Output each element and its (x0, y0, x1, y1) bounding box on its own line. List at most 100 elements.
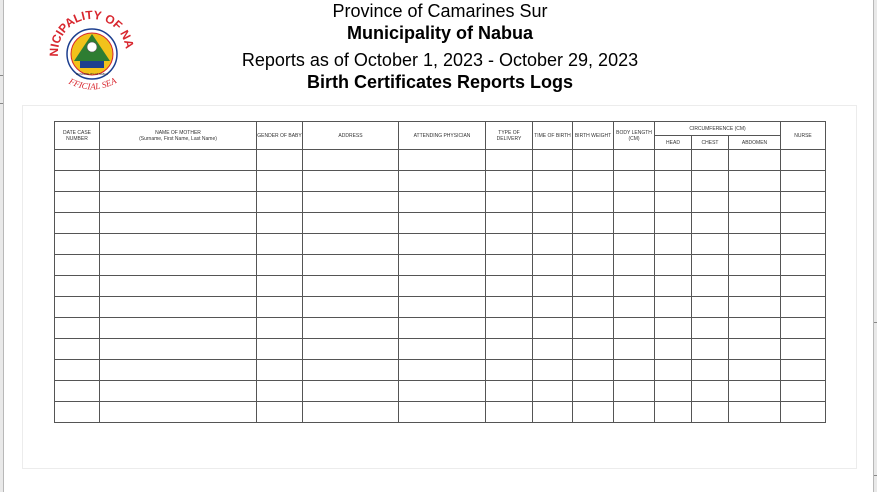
table-cell (302, 401, 399, 423)
table-cell (654, 191, 692, 213)
table-cell (485, 191, 533, 213)
table-cell (54, 380, 100, 402)
table-cell (398, 149, 486, 171)
province-heading: Province of Camarines Sur (332, 1, 548, 21)
table-cell (613, 212, 655, 234)
col-nurse: NURSE (780, 121, 827, 150)
table-cell (780, 296, 827, 318)
table-cell (485, 275, 533, 297)
col-head: HEAD (654, 135, 692, 150)
col-mother-name: NAME OF MOTHER (Surname, First Name, Las… (99, 121, 257, 150)
col-gender: GENDER OF BABY (256, 121, 303, 150)
seal-water (80, 61, 104, 68)
table-cell (302, 191, 399, 213)
birth-log-table: DATE CASE NUMBER NAME OF MOTHER (Surname… (54, 121, 827, 423)
table-cell (485, 380, 533, 402)
table-cell (780, 317, 827, 339)
table-cell (54, 254, 100, 276)
table-cell (99, 296, 257, 318)
table-cell (532, 254, 573, 276)
table-cell (780, 401, 827, 423)
table-cell (99, 380, 257, 402)
table-cell (485, 338, 533, 360)
log-table-body (54, 149, 827, 423)
table-cell (54, 296, 100, 318)
col-time-of-birth: TIME OF BIRTH (532, 121, 573, 150)
table-cell (691, 191, 729, 213)
table-cell (691, 212, 729, 234)
table-cell (398, 212, 486, 234)
table-cell (691, 317, 729, 339)
table-cell (613, 317, 655, 339)
table-cell (780, 233, 827, 255)
table-cell (256, 170, 303, 192)
table-cell (99, 338, 257, 360)
table-cell (572, 338, 614, 360)
table-cell (256, 380, 303, 402)
table-cell (613, 359, 655, 381)
table-cell (485, 296, 533, 318)
table-cell (532, 317, 573, 339)
table-cell (398, 254, 486, 276)
reports-period: Reports as of October 1, 2023 - October … (241, 50, 639, 70)
table-cell (691, 233, 729, 255)
table-cell (613, 233, 655, 255)
table-cell (398, 191, 486, 213)
table-cell (302, 380, 399, 402)
table-cell (727, 401, 782, 423)
table-cell (54, 191, 100, 213)
col-body-length: BODY LENGTH (CM) (613, 121, 655, 150)
table-cell (485, 359, 533, 381)
table-cell (256, 212, 303, 234)
table-cell (302, 233, 399, 255)
table-cell (485, 149, 533, 171)
table-cell (613, 296, 655, 318)
table-cell (398, 170, 486, 192)
table-cell (572, 254, 614, 276)
table-cell (485, 212, 533, 234)
report-title: Birth Certificates Reports Logs (306, 72, 574, 92)
table-cell (302, 317, 399, 339)
col-birth-weight: BIRTH WEIGHT (572, 121, 614, 150)
table-cell (485, 170, 533, 192)
table-cell (256, 275, 303, 297)
table-row (54, 191, 827, 213)
table-cell (256, 254, 303, 276)
table-cell (727, 191, 782, 213)
table-cell (727, 149, 782, 171)
table-cell (398, 275, 486, 297)
table-cell (654, 275, 692, 297)
table-cell (691, 149, 729, 171)
table-cell (54, 275, 100, 297)
table-row (54, 317, 827, 339)
table-cell (572, 191, 614, 213)
table-cell (691, 170, 729, 192)
table-cell (99, 317, 257, 339)
table-cell (99, 254, 257, 276)
table-cell (654, 359, 692, 381)
col-abdomen: ABDOMEN (727, 135, 782, 150)
table-cell (654, 254, 692, 276)
municipality-heading: Municipality of Nabua (346, 23, 533, 43)
table-cell (532, 359, 573, 381)
table-cell (99, 359, 257, 381)
window-frame-left (0, 0, 4, 492)
table-cell (780, 275, 827, 297)
col-mother-name-sub: (Surname, First Name, Last Name) (139, 135, 217, 142)
table-cell (256, 149, 303, 171)
table-row (54, 380, 827, 402)
table-cell (727, 254, 782, 276)
table-cell (780, 149, 827, 171)
table-cell (654, 317, 692, 339)
table-cell (572, 296, 614, 318)
table-cell (654, 149, 692, 171)
table-row (54, 401, 827, 423)
municipality-seal-icon: MUNICIPALITY OF NABUA OFFICIAL SEAL MUNI… (40, 3, 137, 92)
table-cell (99, 275, 257, 297)
table-cell (532, 275, 573, 297)
table-cell (99, 149, 257, 171)
seal-inner-text: MUNICIPALITY OF NABUA (76, 72, 108, 76)
window-frame-right (873, 0, 877, 492)
table-cell (572, 170, 614, 192)
table-cell (485, 401, 533, 423)
